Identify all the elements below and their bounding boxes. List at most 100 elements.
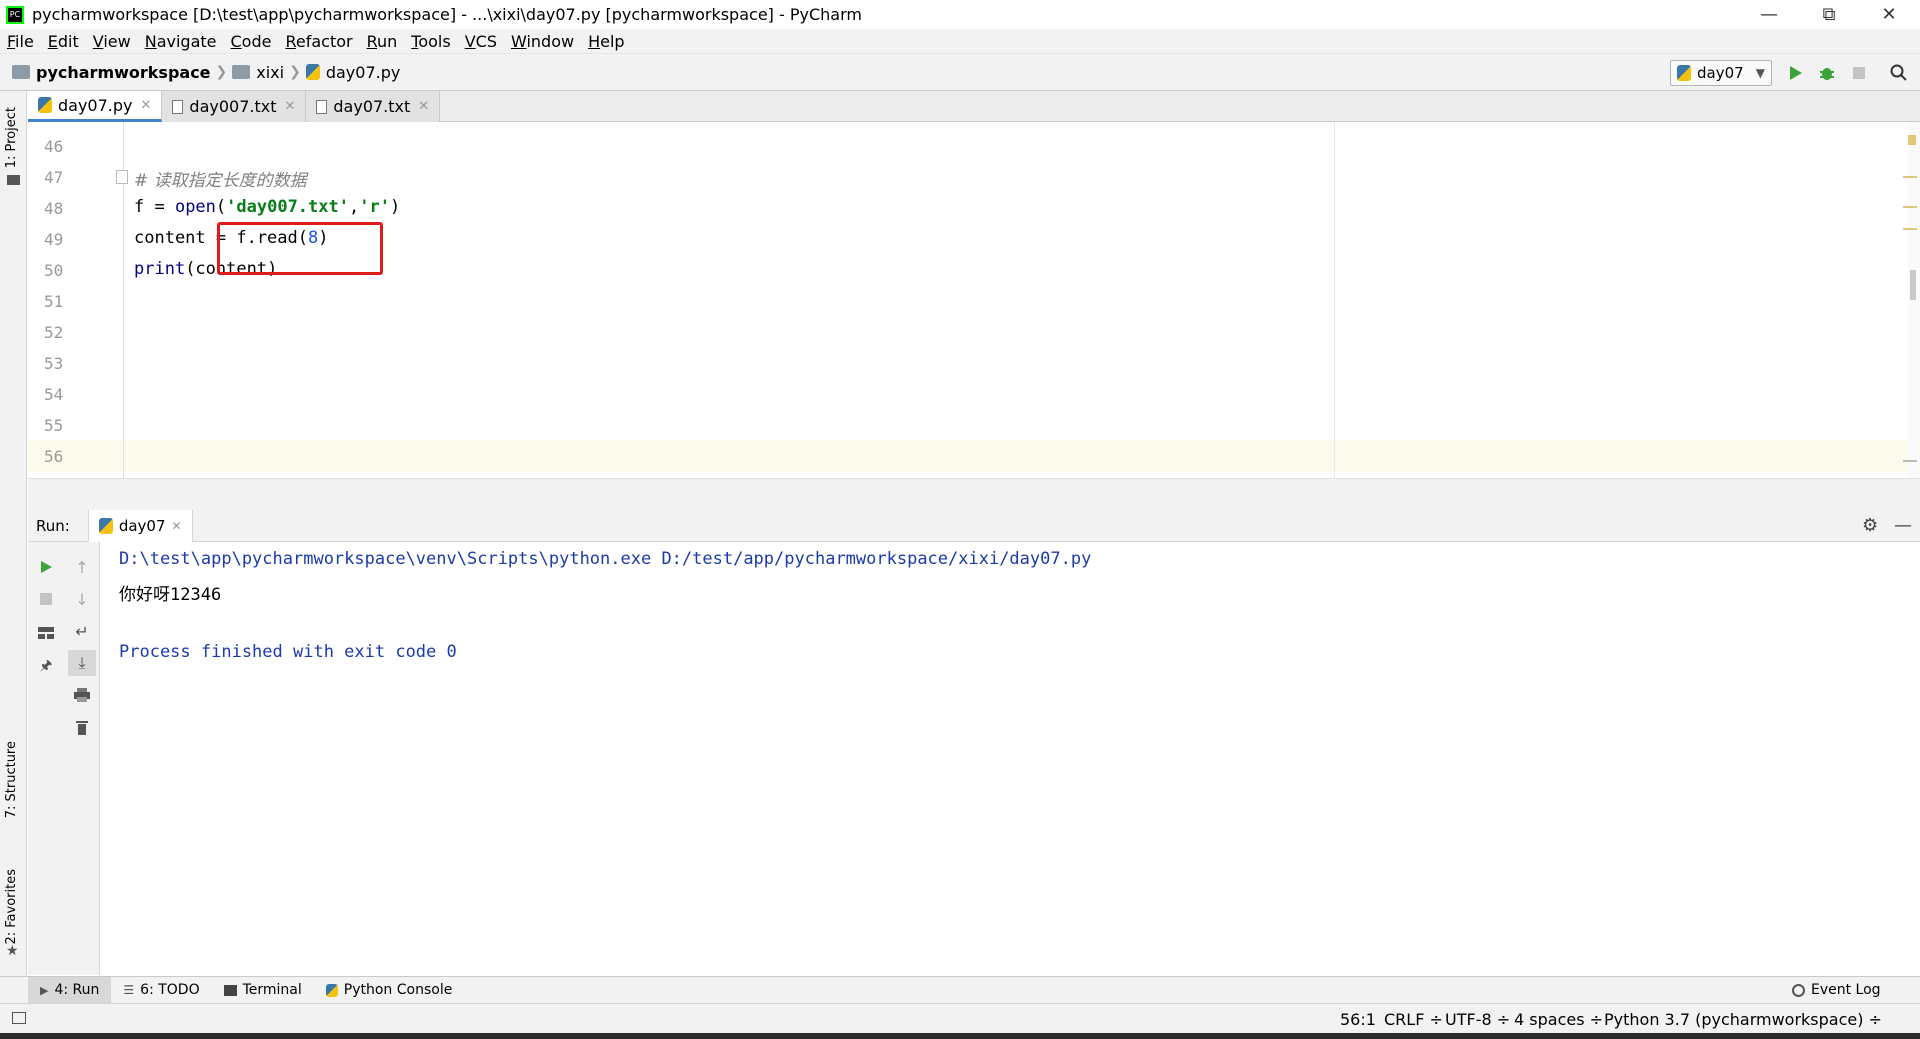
scroll-up-button[interactable]: ↑	[68, 554, 96, 580]
breadcrumb-separator-icon: ❯	[215, 64, 228, 80]
code-token: (	[215, 197, 227, 217]
indentation[interactable]: 4 spaces ÷	[1514, 1010, 1603, 1029]
python-icon	[325, 983, 338, 997]
code-line-48: f = open('day007.txt','r')	[134, 197, 400, 217]
analysis-status-icon	[1908, 135, 1916, 145]
star-icon: ★	[6, 943, 19, 959]
breadcrumb-project[interactable]: pycharmworkspace	[12, 63, 211, 82]
highlight-annotation-box	[217, 222, 383, 275]
window-title: pycharmworkspace [D:\test\app\pycharmwor…	[32, 5, 862, 24]
close-tab-icon[interactable]: ✕	[418, 99, 429, 114]
menu-window[interactable]: Window	[504, 32, 581, 51]
tab-python-console[interactable]: Python Console	[314, 977, 465, 1004]
scroll-down-button[interactable]: ↓	[68, 586, 96, 612]
code-token: f =	[134, 197, 175, 217]
run-configuration-label: day07	[1697, 64, 1744, 82]
python-interpreter[interactable]: Python 3.7 (pycharmworkspace) ÷	[1604, 1010, 1882, 1029]
search-icon	[1890, 64, 1907, 81]
menu-refactor[interactable]: Refactor	[278, 32, 359, 51]
error-stripe-mark[interactable]	[1903, 460, 1917, 462]
close-tab-icon[interactable]: ✕	[172, 519, 182, 533]
favorites-tool-tab[interactable]: 2: Favorites	[4, 869, 19, 945]
tool-windows-toggle-icon[interactable]	[12, 1012, 26, 1024]
menu-file[interactable]: File	[0, 32, 41, 51]
tab-label: day007.txt	[189, 97, 277, 116]
file-encoding[interactable]: UTF-8 ÷	[1445, 1010, 1510, 1029]
taskbar-edge	[0, 1033, 1920, 1039]
text-file-icon	[316, 99, 328, 114]
breadcrumb-folder-label: xixi	[256, 62, 285, 82]
menu-navigate[interactable]: Navigate	[138, 32, 224, 51]
error-stripe-mark[interactable]	[1903, 176, 1917, 178]
menu-edit[interactable]: Edit	[41, 32, 86, 51]
tab-todo[interactable]: ☰ 6: TODO	[111, 977, 211, 1004]
scroll-to-end-button[interactable]: ⤓	[68, 650, 96, 676]
breadcrumb-file[interactable]: day07.py	[305, 63, 400, 82]
play-icon	[41, 561, 52, 573]
tab-event-log[interactable]: Event Log	[1780, 977, 1893, 1004]
structure-tool-tab[interactable]: 7: Structure	[4, 741, 19, 818]
run-panel-header: Run: day07 ✕ ⚙ —	[28, 509, 1920, 542]
close-tab-icon[interactable]: ✕	[284, 99, 295, 114]
navigation-bar: pycharmworkspace ❯ xixi ❯ day07.py day07…	[0, 54, 1920, 91]
code-token: ,	[348, 197, 360, 217]
code-editor[interactable]: # 读取指定长度的数据 f = open('day007.txt','r') c…	[124, 122, 1910, 478]
line-number: 49	[44, 230, 64, 249]
minimize-button[interactable]: —	[1740, 0, 1798, 29]
print-button[interactable]	[68, 682, 96, 708]
close-window-button[interactable]: ✕	[1860, 0, 1918, 29]
line-number: 54	[44, 385, 64, 404]
project-tool-tab[interactable]: 1: Project	[4, 107, 19, 168]
menu-code[interactable]: Code	[224, 32, 279, 51]
soft-wrap-button[interactable]: ↵	[68, 618, 96, 644]
printer-icon	[74, 688, 90, 702]
pin-tab-button[interactable]: 🖈	[32, 654, 60, 680]
terminal-icon	[223, 984, 237, 996]
run-console-output[interactable]: D:\test\app\pycharmworkspace\venv\Script…	[100, 542, 1920, 975]
close-tab-icon[interactable]: ✕	[141, 98, 152, 113]
error-stripe-mark[interactable]	[1903, 206, 1917, 208]
gear-icon[interactable]: ⚙	[1862, 515, 1878, 536]
line-number: 47	[44, 168, 64, 187]
tab-day07-txt[interactable]: day07.txt ✕	[306, 91, 441, 122]
tab-label: day07.py	[58, 95, 133, 115]
error-stripe-mark[interactable]	[1903, 228, 1917, 230]
line-separator[interactable]: CRLF ÷	[1384, 1010, 1443, 1029]
clear-all-button[interactable]	[68, 714, 96, 740]
menu-tools[interactable]: Tools	[404, 32, 457, 51]
run-tab-day07[interactable]: day07 ✕	[87, 509, 193, 542]
console-output-line: 你好呀12346	[119, 585, 222, 605]
line-number-gutter: 46 47 48 49 50 51 52 53 54 55 56	[28, 122, 128, 478]
scrollbar-thumb[interactable]	[1910, 270, 1916, 300]
debug-button[interactable]	[1816, 62, 1838, 84]
menu-vcs[interactable]: VCS	[458, 32, 504, 51]
tab-day007-txt[interactable]: day007.txt ✕	[162, 91, 307, 122]
trash-icon	[76, 720, 88, 735]
menu-view[interactable]: View	[86, 32, 138, 51]
restore-button[interactable]: ⧉	[1800, 0, 1858, 29]
stop-button[interactable]	[32, 586, 60, 612]
menu-run[interactable]: Run	[360, 32, 405, 51]
rerun-button[interactable]	[32, 554, 60, 580]
hide-panel-button[interactable]: —	[1894, 515, 1912, 536]
tab-terminal-label: Terminal	[242, 982, 302, 998]
run-button[interactable]	[1784, 62, 1806, 84]
run-configuration-dropdown[interactable]: day07 ▼	[1670, 60, 1772, 86]
stop-button[interactable]	[1848, 62, 1870, 84]
project-tool-label: 1: Project	[4, 107, 19, 169]
search-everywhere-button[interactable]	[1888, 62, 1910, 84]
breadcrumb-folder[interactable]: xixi	[232, 63, 284, 82]
tab-day07-py[interactable]: day07.py ✕	[28, 91, 163, 122]
menu-help[interactable]: Help	[581, 32, 631, 51]
play-icon	[1790, 66, 1802, 80]
line-number: 50	[44, 261, 64, 280]
tab-run[interactable]: ▶ 4: Run	[28, 976, 112, 1004]
pin-icon: 🖈	[39, 658, 53, 674]
panel-splitter[interactable]	[28, 478, 1920, 510]
menu-bar: File Edit View Navigate Code Refactor Ru…	[0, 29, 1920, 54]
tab-terminal[interactable]: Terminal	[212, 977, 314, 1004]
code-token-string: 'day007.txt'	[226, 197, 349, 217]
line-number: 48	[44, 199, 64, 218]
layout-button[interactable]	[32, 620, 60, 646]
caret-position[interactable]: 56:1	[1340, 1010, 1376, 1029]
